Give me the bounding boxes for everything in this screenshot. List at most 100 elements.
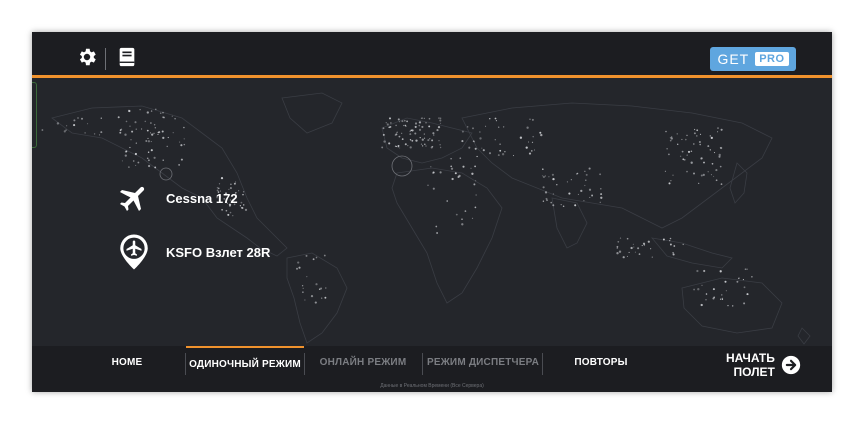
airport-dot <box>494 139 496 141</box>
airport-dot <box>399 147 401 149</box>
book-icon[interactable] <box>116 46 138 68</box>
side-panel-handle[interactable] <box>32 82 37 148</box>
airport-dot <box>141 128 143 130</box>
airport-dot <box>710 174 712 176</box>
nav-replays[interactable]: ПОВТОРЫ <box>544 346 658 378</box>
airport-dot <box>544 191 548 194</box>
nav-single-mode[interactable]: ОДИНОЧНЫЙ РЕЖИМ <box>186 346 304 380</box>
airport-dot <box>692 143 695 145</box>
airport-dot <box>167 136 169 139</box>
airport-dot <box>651 256 653 258</box>
airport-dot <box>473 141 475 143</box>
top-bar: GET PRO <box>32 32 832 75</box>
airport-dot <box>424 143 426 145</box>
airport-dot <box>129 125 131 127</box>
airport-dot <box>683 158 686 161</box>
header-divider <box>105 48 106 70</box>
airport-dot <box>685 138 687 141</box>
airport-dot <box>240 201 243 204</box>
airport-dot <box>544 175 547 177</box>
airport-dot <box>467 126 469 128</box>
airport-dot <box>132 160 135 162</box>
airport-dot <box>542 168 544 170</box>
airport-dot <box>450 165 453 168</box>
location-pin-airplane-icon <box>116 232 152 272</box>
airport-dot <box>718 155 721 158</box>
airport-dot <box>150 141 152 143</box>
airport-dot <box>672 251 674 254</box>
airport-dot <box>139 109 141 111</box>
airport-dot <box>150 122 152 124</box>
airport-dot <box>642 242 646 245</box>
airport-dot <box>479 137 482 140</box>
airport-dot <box>630 246 633 250</box>
airport-dot <box>423 133 425 135</box>
aircraft-selector[interactable]: Cessna 172 <box>116 178 238 218</box>
airport-dot <box>435 225 438 228</box>
airport-dot <box>616 245 619 248</box>
airport-dot <box>696 269 699 273</box>
airport-dot <box>446 200 448 202</box>
airport-dot <box>406 120 409 123</box>
airport-dot <box>432 171 435 174</box>
airport-dot <box>552 177 555 181</box>
airport-dot <box>324 296 327 299</box>
airport-dot <box>626 255 628 257</box>
nav-atc-mode[interactable]: РЕЖИМ ДИСПЕТЧЕРА <box>424 346 542 378</box>
airport-dot <box>183 126 185 129</box>
airport-dot <box>153 156 156 159</box>
airport-dot <box>556 183 558 186</box>
airport-dot <box>404 125 407 128</box>
airport-dot <box>588 188 592 191</box>
nav-home[interactable]: HOME <box>94 346 160 378</box>
airport-dot <box>681 138 683 141</box>
get-pro-button[interactable]: GET PRO <box>710 47 796 71</box>
airport-dot <box>137 161 140 164</box>
airport-dot <box>616 247 619 249</box>
airport-dot <box>161 130 164 133</box>
airport-dot <box>458 174 461 178</box>
aircraft-label: Cessna 172 <box>166 190 238 206</box>
airport-dot <box>398 135 401 138</box>
airport-dot <box>633 246 635 248</box>
airport-dot <box>154 127 156 129</box>
airport-dot <box>499 143 501 146</box>
nav-online-mode[interactable]: ОНЛАЙН РЕЖИМ <box>304 346 422 378</box>
airport-dot <box>77 117 79 119</box>
airport-dot <box>545 197 548 200</box>
airport-dot <box>600 187 602 190</box>
airport-dot <box>719 147 721 149</box>
airport-dot <box>451 177 454 181</box>
airport-dot <box>742 279 744 281</box>
airport-dot <box>296 267 298 270</box>
airport-dot <box>719 270 722 273</box>
airport-dot <box>591 194 594 197</box>
airport-dot <box>125 150 128 153</box>
airport-dot <box>717 127 719 129</box>
airport-dot <box>159 112 162 114</box>
airport-dot <box>242 204 245 206</box>
airport-dot <box>632 243 634 245</box>
airport-dot <box>705 299 707 301</box>
airport-dot <box>427 184 429 186</box>
airport-dot <box>668 182 671 185</box>
airport-dot <box>531 118 534 121</box>
airport-dot <box>410 129 413 132</box>
airport-dot <box>686 154 688 156</box>
airport-dot <box>414 132 417 135</box>
airport-dot <box>719 298 722 300</box>
airport-dot <box>473 183 476 186</box>
airport-dot <box>429 138 431 140</box>
start-flight-button[interactable]: НАЧАТЬ ПОЛЕТ <box>726 350 801 380</box>
airport-dot <box>388 117 392 120</box>
location-selector[interactable]: KSFO Взлет 28R <box>116 232 270 272</box>
airport-dot <box>396 131 398 134</box>
airport-dot <box>420 143 423 145</box>
airport-dot <box>577 193 579 195</box>
airport-dot <box>746 293 749 296</box>
gear-icon[interactable] <box>76 46 98 68</box>
airport-dot <box>128 166 130 168</box>
airport-dot <box>548 176 550 178</box>
airport-dot <box>588 167 591 170</box>
airport-dot <box>702 173 705 177</box>
